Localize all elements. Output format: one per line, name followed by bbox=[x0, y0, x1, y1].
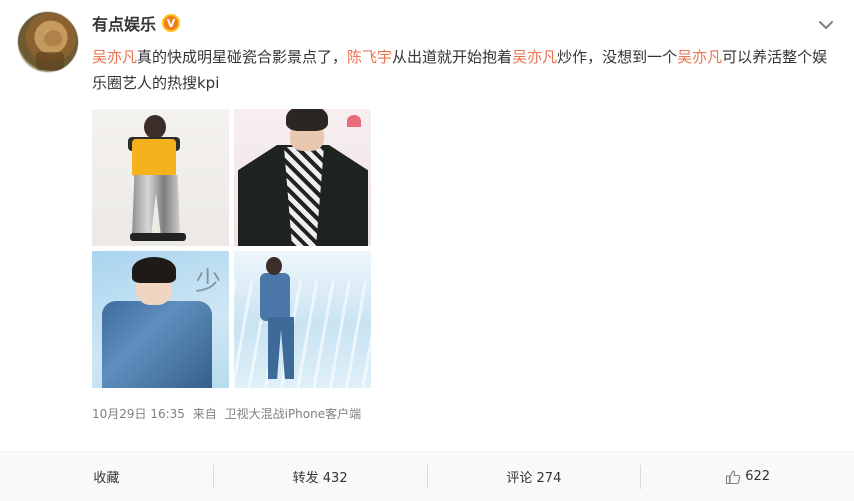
post-text-segment: 从出道就开始抱着 bbox=[392, 48, 513, 66]
author-header: 有点娱乐 V bbox=[92, 11, 181, 35]
repost-label: 转发 432 bbox=[292, 471, 348, 486]
comment-label: 评论 274 bbox=[506, 471, 562, 486]
post-source[interactable]: 卫视大混战iPhone客户端 bbox=[225, 407, 362, 421]
photo-figure-pants bbox=[132, 175, 180, 235]
author-name[interactable]: 有点娱乐 bbox=[92, 11, 156, 35]
post-text-segment: 真的快成明星碰瓷合影景点了， bbox=[137, 48, 348, 66]
favorite-button[interactable]: 收藏 bbox=[0, 465, 213, 489]
like-button[interactable]: 622 bbox=[640, 464, 854, 489]
photo-bg-character: 少 bbox=[194, 267, 221, 297]
avatar[interactable] bbox=[17, 11, 79, 73]
repost-button[interactable]: 转发 432 bbox=[212, 464, 427, 489]
photo-figure-hair bbox=[286, 109, 328, 131]
comment-button[interactable]: 评论 274 bbox=[426, 464, 641, 489]
post-text-segment: 炒作，没想到一个 bbox=[557, 48, 678, 66]
avatar-camel-hump bbox=[44, 30, 62, 46]
mention-link[interactable]: 吴亦凡 bbox=[512, 48, 557, 66]
photo-bg-heart bbox=[347, 115, 361, 127]
thumbs-up-icon bbox=[726, 469, 741, 484]
photo-figure-vest bbox=[132, 139, 176, 177]
post-text: 吴亦凡真的快成明星碰瓷合影景点了，陈飞宇从出道就开始抱着吴亦凡炒作，没想到一个吴… bbox=[92, 44, 832, 96]
post-timestamp[interactable]: 10月29日 16:35 bbox=[92, 407, 185, 421]
photo-figure-head bbox=[144, 115, 166, 139]
photo-figure-body bbox=[260, 273, 290, 321]
post-photo-1[interactable] bbox=[92, 109, 229, 246]
mention-link[interactable]: 陈飞宇 bbox=[347, 48, 392, 66]
chevron-down-icon[interactable] bbox=[815, 14, 837, 36]
post-meta: 10月29日 16:35 来自 卫视大混战iPhone客户端 bbox=[92, 405, 361, 423]
photo-figure-shoes bbox=[130, 233, 186, 241]
post-photo-2[interactable] bbox=[234, 109, 371, 246]
photo-bg-lines bbox=[234, 281, 371, 388]
source-prefix: 来自 bbox=[192, 407, 217, 421]
photo-figure-jacket bbox=[102, 301, 212, 388]
like-count: 622 bbox=[745, 469, 771, 484]
favorite-label: 收藏 bbox=[93, 471, 120, 486]
verified-badge-icon: V bbox=[162, 14, 181, 32]
post-photo-3[interactable]: 少 bbox=[92, 251, 229, 388]
photo-figure-hair bbox=[132, 257, 176, 283]
action-bar: 收藏 转发 432 评论 274 622 bbox=[0, 451, 854, 501]
avatar-camel-legs bbox=[36, 52, 64, 70]
post-photo-4[interactable] bbox=[234, 251, 371, 388]
photo-figure-head bbox=[266, 257, 282, 275]
mention-link[interactable]: 吴亦凡 bbox=[92, 48, 137, 66]
mention-link[interactable]: 吴亦凡 bbox=[677, 48, 722, 66]
